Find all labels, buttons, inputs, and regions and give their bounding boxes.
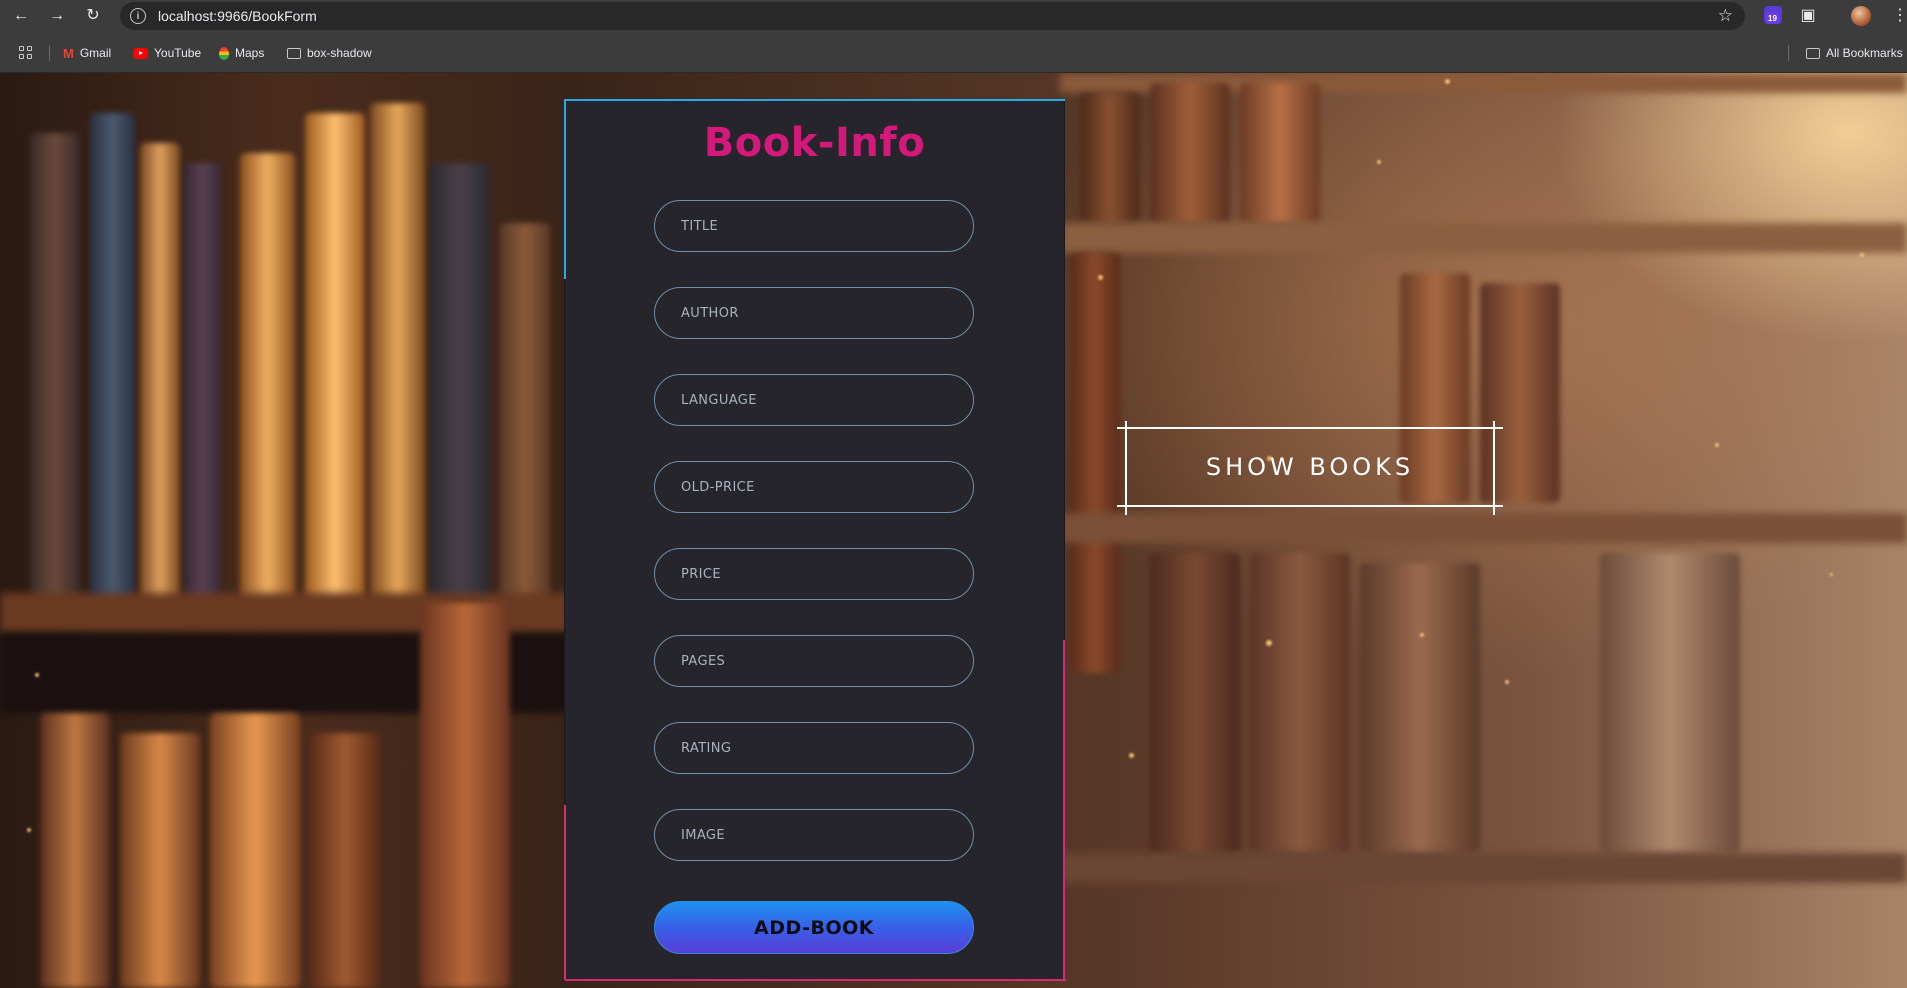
add-book-button[interactable]: ADD-BOOK [654, 901, 974, 954]
bookmark-label: box-shadow [307, 46, 372, 60]
language-input[interactable] [654, 374, 974, 426]
price-input[interactable] [654, 548, 974, 600]
rating-input[interactable] [654, 722, 974, 774]
button-frame-corner [1117, 427, 1125, 429]
forward-arrow-icon[interactable]: → [45, 4, 69, 28]
bookmark-box-shadow[interactable]: box-shadow [287, 44, 372, 62]
pages-input[interactable] [654, 635, 974, 687]
show-books-label: SHOW BOOKS [1205, 453, 1415, 481]
image-input[interactable] [654, 809, 974, 861]
card-border-left-bottom [564, 805, 566, 980]
site-info-icon[interactable]: i [130, 8, 146, 24]
bookmark-label: Maps [235, 46, 265, 60]
bookmarks-bar: M Gmail YouTube Maps box-shadow All Book… [0, 32, 1907, 73]
maps-icon [219, 46, 229, 60]
button-frame-corner [1495, 427, 1503, 429]
bookmark-star-icon[interactable]: ☆ [1718, 6, 1733, 26]
card-border-top [564, 99, 1065, 101]
extensions-puzzle-icon[interactable]: ▣ [1797, 5, 1819, 27]
folder-icon [1806, 47, 1820, 59]
old-price-input[interactable] [654, 461, 974, 513]
address-bar[interactable]: i localhost:9966/BookForm ☆ [120, 2, 1745, 30]
bookmark-youtube[interactable]: YouTube [133, 44, 201, 62]
bookmark-gmail[interactable]: M Gmail [63, 44, 111, 62]
bookmark-label: YouTube [154, 46, 202, 60]
book-form-card: Book-Info ADD-BOOK [564, 99, 1066, 981]
profile-avatar[interactable] [1851, 6, 1871, 26]
bookmark-label: Gmail [79, 46, 112, 60]
author-input[interactable] [654, 287, 974, 339]
url-text[interactable]: localhost:9966/BookForm [158, 8, 317, 24]
gmail-icon: M [63, 45, 74, 61]
extension-badge: 19 [1766, 13, 1779, 24]
apps-grid-icon[interactable] [19, 46, 32, 59]
button-frame-corner [1495, 505, 1503, 507]
bookmark-separator [1788, 45, 1789, 61]
browser-toolbar: ← → ↻ i localhost:9966/BookForm ☆ 19 ▣ ⋮ [0, 0, 1907, 32]
form-title: Book-Info [703, 120, 926, 166]
all-bookmarks-label: All Bookmarks [1826, 46, 1903, 60]
card-border-bottom [565, 979, 1066, 981]
card-border-right-bottom [1063, 640, 1065, 980]
menu-kebab-icon[interactable]: ⋮ [1892, 5, 1907, 25]
bookmark-separator [49, 45, 50, 61]
back-arrow-icon[interactable]: ← [9, 4, 33, 28]
folder-icon [287, 47, 301, 59]
button-frame-corner [1117, 505, 1125, 507]
show-books-button[interactable]: SHOW BOOKS [1117, 421, 1503, 515]
all-bookmarks[interactable]: All Bookmarks [1806, 44, 1903, 62]
youtube-icon [133, 47, 148, 59]
reload-icon[interactable]: ↻ [81, 4, 105, 28]
bookmark-maps[interactable]: Maps [219, 44, 264, 62]
title-input[interactable] [654, 200, 974, 252]
